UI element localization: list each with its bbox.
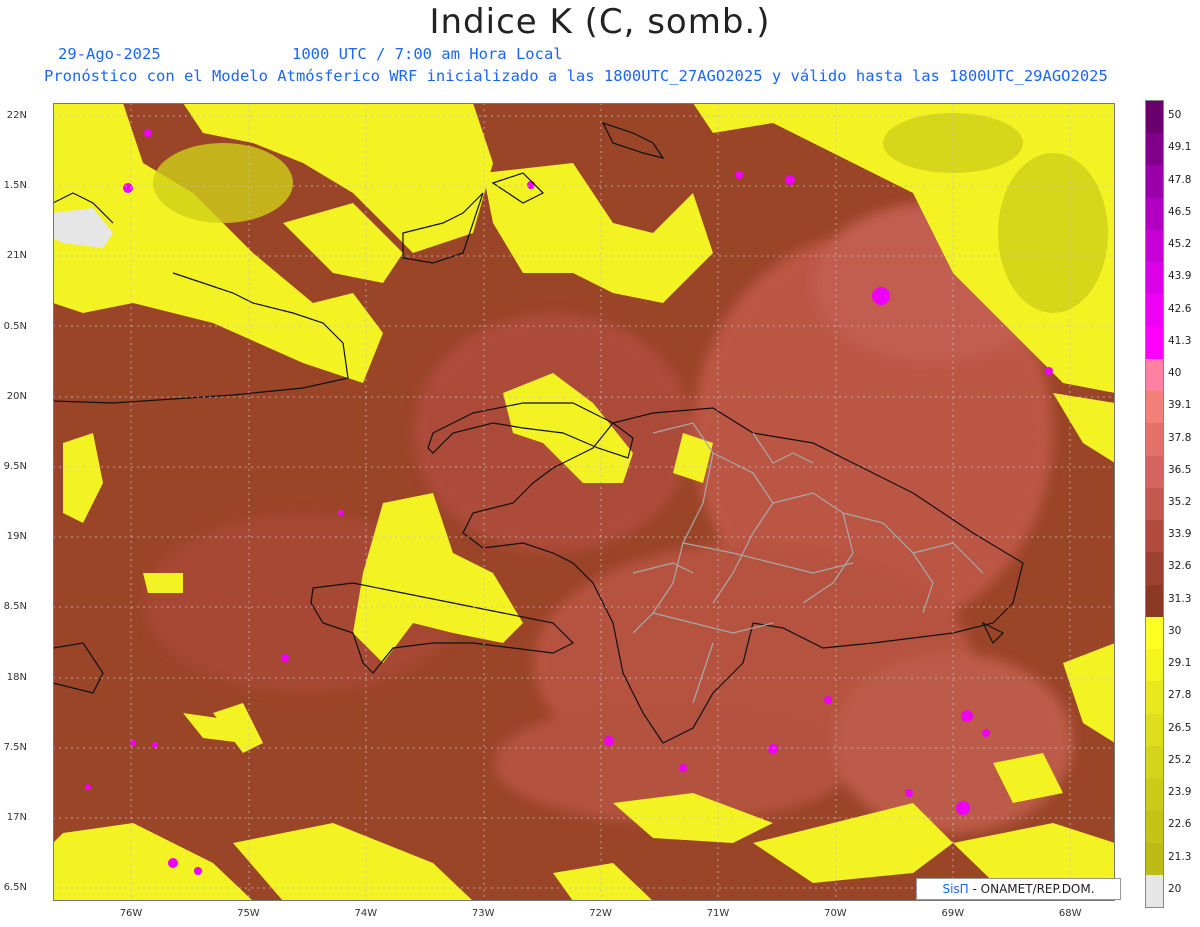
legend-swatch bbox=[1146, 133, 1163, 166]
longitude-label: 68W bbox=[1058, 908, 1082, 919]
legend-label: 41.3 bbox=[1168, 334, 1192, 347]
legend-swatch bbox=[1146, 584, 1163, 618]
legend-label: 46.5 bbox=[1168, 205, 1192, 218]
legend-swatch bbox=[1146, 874, 1163, 908]
legend-label: 49.1 bbox=[1168, 141, 1192, 154]
legend-label: 45.2 bbox=[1168, 238, 1192, 251]
credit-brand: SisΠ bbox=[942, 882, 969, 896]
latitude-label: 8.5N bbox=[3, 601, 27, 613]
latitude-label: 0.5N bbox=[3, 320, 27, 332]
legend-swatch bbox=[1146, 616, 1163, 650]
legend-label: 22.6 bbox=[1168, 818, 1192, 831]
legend-label: 23.9 bbox=[1168, 786, 1192, 799]
legend-label: 20 bbox=[1168, 882, 1182, 895]
legend-swatch bbox=[1146, 423, 1163, 457]
longitude-label: 76W bbox=[119, 908, 143, 919]
legend-label: 36.5 bbox=[1168, 463, 1192, 476]
legend-label: 25.2 bbox=[1168, 753, 1192, 766]
latitude-label: 17N bbox=[6, 812, 27, 823]
legend-swatch bbox=[1146, 455, 1163, 489]
legend-label: 47.8 bbox=[1168, 173, 1192, 186]
color-legend bbox=[1145, 100, 1164, 908]
legend-swatch bbox=[1146, 165, 1163, 199]
k-index-map bbox=[53, 103, 1115, 901]
legend-swatch bbox=[1146, 681, 1163, 715]
map-title: Indice K (C, somb.) bbox=[429, 2, 771, 42]
legend-label: 27.8 bbox=[1168, 689, 1192, 702]
latitude-label: 9.5N bbox=[3, 461, 27, 472]
longitude-label: 74W bbox=[354, 908, 378, 919]
legend-label: 32.6 bbox=[1168, 560, 1192, 573]
legend-label: 21.3 bbox=[1168, 850, 1192, 863]
legend-label: 35.2 bbox=[1168, 496, 1192, 508]
longitude-label: 72W bbox=[589, 908, 612, 919]
longitude-label: 73W bbox=[471, 908, 495, 919]
legend-label: 26.5 bbox=[1168, 721, 1192, 734]
model-description: Pronóstico con el Modelo Atmósferico WRF… bbox=[44, 67, 1108, 85]
legend-swatch bbox=[1146, 552, 1163, 586]
legend-label: 29.1 bbox=[1168, 657, 1192, 670]
legend-label: 43.9 bbox=[1168, 270, 1192, 283]
longitude-label: 71W bbox=[706, 908, 730, 919]
latitude-label: 18N bbox=[6, 671, 27, 683]
longitude-label: 75W bbox=[237, 908, 260, 919]
latitude-label: 1.5N bbox=[3, 180, 27, 192]
legend-label: 42.6 bbox=[1168, 302, 1192, 315]
longitude-label: 70W bbox=[824, 908, 847, 919]
latitude-label: 21N bbox=[6, 250, 27, 262]
legend-swatch bbox=[1146, 197, 1163, 231]
credit-box: SisΠ - ONAMET/REP.DOM. bbox=[916, 878, 1121, 900]
legend-swatch bbox=[1146, 520, 1163, 553]
longitude-label: 69W bbox=[941, 908, 965, 919]
legend-label: 37.8 bbox=[1168, 431, 1192, 444]
forecast-date: 29-Ago-2025 bbox=[58, 45, 161, 63]
legend-swatch bbox=[1146, 810, 1163, 843]
legend-swatch bbox=[1146, 391, 1163, 424]
legend-label: 40 bbox=[1168, 367, 1182, 380]
legend-swatch bbox=[1146, 294, 1163, 328]
legend-label: 31.3 bbox=[1168, 592, 1192, 605]
legend-label: 39.1 bbox=[1168, 399, 1192, 412]
legend-swatch bbox=[1146, 262, 1163, 295]
legend-swatch bbox=[1146, 229, 1163, 263]
forecast-time: 1000 UTC / 7:00 am Hora Local bbox=[292, 45, 563, 63]
latitude-label: 19N bbox=[6, 531, 27, 543]
legend-label: 33.9 bbox=[1168, 528, 1192, 541]
latitude-label: 7.5N bbox=[3, 741, 27, 753]
credit-text: - ONAMET/REP.DOM. bbox=[968, 882, 1095, 896]
legend-swatch bbox=[1146, 487, 1163, 521]
legend-swatch bbox=[1146, 649, 1163, 682]
legend-swatch bbox=[1146, 358, 1163, 392]
legend-swatch bbox=[1146, 326, 1163, 360]
latitude-label: 6.5N bbox=[3, 882, 27, 894]
latitude-label: 22N bbox=[6, 110, 27, 121]
legend-swatch bbox=[1146, 713, 1163, 747]
legend-swatch bbox=[1146, 778, 1163, 811]
latitude-label: 20N bbox=[6, 390, 27, 402]
legend-label: 50 bbox=[1168, 109, 1182, 122]
legend-swatch bbox=[1146, 745, 1163, 779]
legend-swatch bbox=[1146, 101, 1163, 134]
legend-swatch bbox=[1146, 842, 1163, 876]
legend-label: 30 bbox=[1168, 624, 1182, 637]
